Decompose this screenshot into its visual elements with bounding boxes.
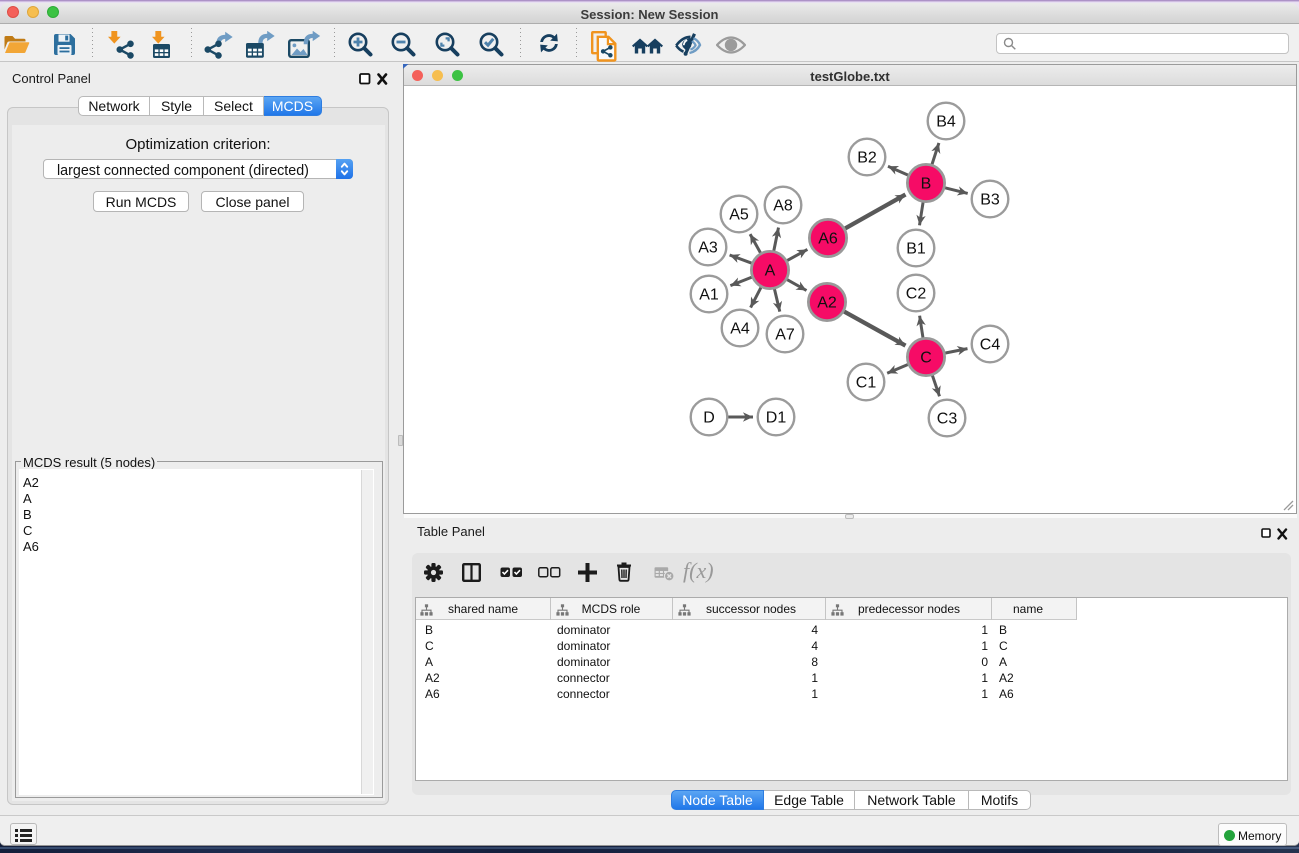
svg-text:B1: B1: [906, 241, 926, 258]
svg-text:B3: B3: [980, 192, 1000, 209]
svg-text:A: A: [765, 263, 776, 280]
svg-text:A7: A7: [775, 327, 795, 344]
svg-text:D1: D1: [766, 410, 787, 427]
svg-text:B4: B4: [936, 114, 956, 131]
svg-text:C4: C4: [980, 337, 1001, 354]
svg-text:C3: C3: [937, 411, 958, 428]
svg-text:A8: A8: [773, 198, 793, 215]
svg-text:A5: A5: [729, 207, 749, 224]
svg-text:C: C: [920, 350, 932, 367]
svg-text:A3: A3: [698, 240, 718, 257]
svg-text:A6: A6: [818, 231, 838, 248]
svg-text:A4: A4: [730, 321, 750, 338]
svg-text:A2: A2: [817, 295, 837, 312]
svg-text:B2: B2: [857, 150, 877, 167]
svg-text:C2: C2: [906, 286, 927, 303]
svg-text:C1: C1: [856, 375, 877, 392]
svg-text:D: D: [703, 410, 715, 427]
svg-text:B: B: [921, 176, 932, 193]
svg-text:A1: A1: [699, 287, 719, 304]
